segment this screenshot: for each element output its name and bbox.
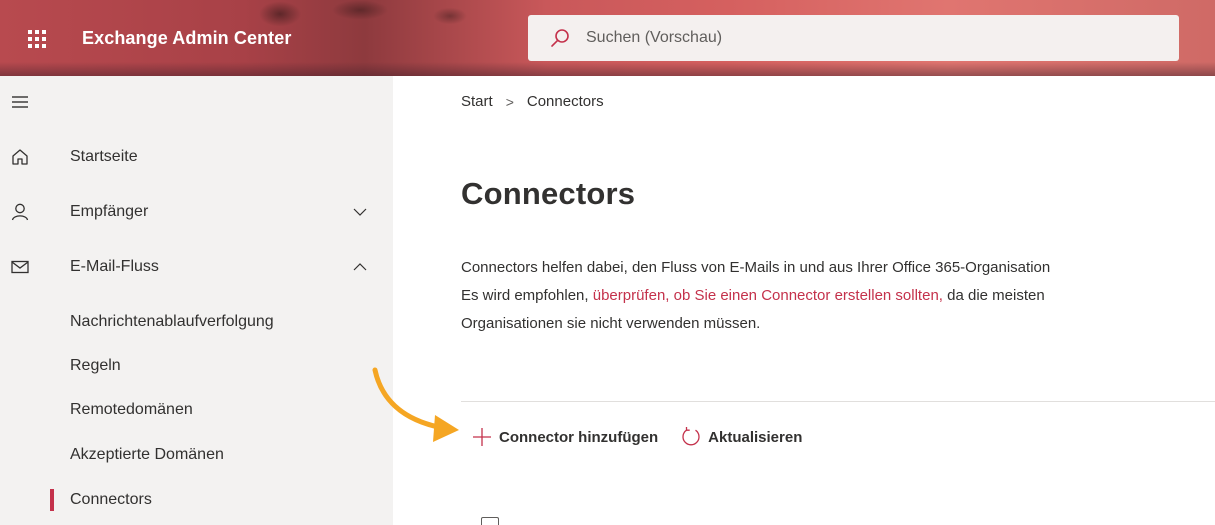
app-title[interactable]: Exchange Admin Center [82, 28, 291, 49]
sidebar-subitem-regeln[interactable]: Regeln [0, 344, 393, 388]
chevron-up-icon[interactable] [352, 259, 368, 275]
plus-icon [473, 428, 491, 446]
selected-indicator [50, 489, 54, 511]
chevron-down-icon[interactable] [352, 204, 368, 220]
sidebar-item-label: Empfänger [70, 203, 149, 220]
command-bar: Connector hinzufügen Aktualisieren [471, 423, 824, 451]
sidebar-item-label: E-Mail-Fluss [70, 258, 159, 275]
sidebar-subitem-label: Nachrichtenablaufverfolgung [70, 313, 274, 330]
breadcrumb-current: Connectors [526, 93, 604, 110]
sidebar-item-label: Startseite [70, 148, 138, 165]
sidebar-item-startseite[interactable]: Startseite [0, 135, 393, 179]
sidebar-subitem-remotedomaenen[interactable]: Remotedomänen [0, 388, 393, 432]
sidebar-subitem-label: Connectors [70, 491, 152, 508]
sidebar-subitem-nachrichtenablaufverfolgung[interactable]: Nachrichtenablaufverfolgung [0, 300, 393, 344]
sidebar-subitem-connectors[interactable]: Connectors [0, 478, 393, 522]
add-connector-button[interactable]: Connector hinzufügen [471, 426, 658, 448]
review-connector-link[interactable]: überprüfen, ob Sie einen Connector erste… [593, 287, 943, 304]
header-background-skyline [0, 62, 1215, 76]
breadcrumb-start[interactable]: Start [461, 93, 493, 110]
waffle-icon[interactable] [20, 22, 54, 56]
refresh-icon [682, 427, 700, 446]
description-text: da die meisten [942, 287, 1045, 304]
sidebar: Startseite Empfänger E-Mail-Fluss Nachri… [0, 76, 393, 525]
main-content: Start > Connectors Connectors Connectors… [393, 76, 1215, 525]
sidebar-item-empfaenger[interactable]: Empfänger [0, 190, 393, 234]
breadcrumb: Start > Connectors [461, 93, 604, 110]
sidebar-subitem-akzeptierte-domaenen[interactable]: Akzeptierte Domänen [0, 433, 393, 477]
refresh-label: Aktualisieren [708, 428, 803, 446]
search-box[interactable] [528, 15, 1179, 61]
mail-icon [11, 260, 29, 274]
sidebar-subitem-label: Remotedomänen [70, 401, 193, 418]
sidebar-subitem-label: Regeln [70, 357, 121, 374]
description-line-2: Es wird empfohlen, überprüfen, ob Sie ei… [461, 282, 1215, 310]
page-title: Connectors [461, 176, 636, 211]
select-all-checkbox[interactable] [481, 517, 499, 525]
breadcrumb-separator: > [505, 93, 514, 110]
sidebar-item-email-fluss[interactable]: E-Mail-Fluss [0, 245, 393, 289]
refresh-button[interactable]: Aktualisieren [680, 426, 802, 448]
top-bar: Exchange Admin Center [0, 0, 1215, 76]
description-line-1: Connectors helfen dabei, den Fluss von E… [461, 259, 1051, 276]
page-description: Connectors helfen dabei, den Fluss von E… [461, 254, 1215, 338]
sidebar-subitem-label: Akzeptierte Domänen [70, 446, 224, 463]
sidebar-collapse-button[interactable] [0, 80, 393, 124]
description-line-3: Organisationen sie nicht verwenden müsse… [461, 315, 761, 332]
person-icon [11, 203, 29, 221]
search-icon [551, 29, 569, 47]
description-text: Es wird empfohlen, [461, 287, 593, 304]
divider [461, 401, 1215, 402]
add-connector-label: Connector hinzufügen [499, 428, 659, 446]
home-icon [12, 149, 28, 165]
hamburger-icon [12, 96, 28, 108]
search-input[interactable] [586, 29, 1086, 47]
